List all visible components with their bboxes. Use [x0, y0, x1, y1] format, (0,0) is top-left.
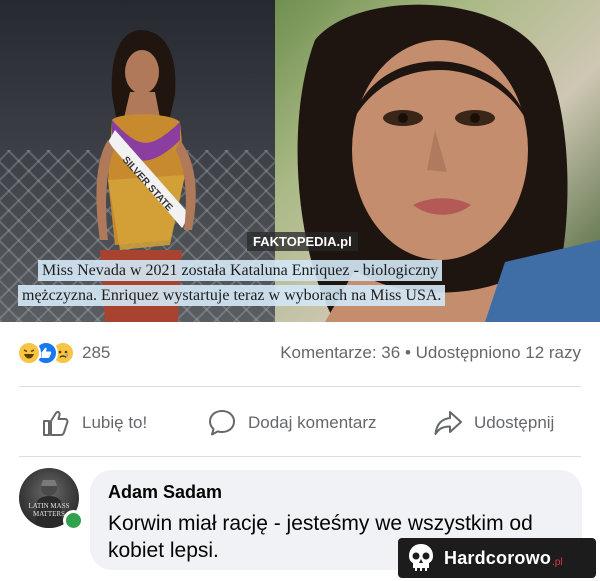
comments-shares-count[interactable]: Komentarze: 36 • Udostępniono 12 razy — [280, 343, 581, 363]
comment-author[interactable]: Adam Sadam — [108, 482, 222, 503]
post-actions: Lubię to! Dodaj komentarz Udostępnij — [0, 398, 600, 448]
haha-icon — [17, 341, 41, 365]
skull-icon — [409, 544, 433, 571]
watermark: FAKTOPEDIA.pl — [247, 232, 358, 251]
like-button[interactable]: Lubię to! — [40, 406, 147, 440]
comment-button[interactable]: Dodaj komentarz — [206, 406, 377, 440]
caption-line-1: Miss Nevada w 2021 została Kataluna Enri… — [38, 260, 443, 281]
divider — [19, 386, 581, 387]
like-label: Lubię to! — [82, 413, 148, 432]
brand-tld: .pl — [552, 556, 563, 568]
post-stats: 285 Komentarze: 36 • Udostępniono 12 raz… — [0, 340, 600, 368]
caption-line-2: mężczyzna. Enriquez wystartuje teraz w w… — [18, 285, 446, 306]
post-image[interactable]: SILVER STATE FAKTOPEDIA.pl Miss Nevada w… — [0, 0, 600, 322]
brand-name: Hardcorowo — [444, 547, 552, 568]
image-caption: Miss Nevada w 2021 została Kataluna Enri… — [18, 258, 578, 308]
reaction-count: 285 — [82, 343, 111, 362]
online-status-dot — [63, 510, 84, 531]
share-button[interactable]: Udostępnij — [432, 406, 554, 440]
thumbs-up-icon — [43, 410, 69, 436]
share-arrow-icon — [434, 411, 462, 435]
site-watermark: Hardcorowo .pl — [398, 538, 596, 578]
share-label: Udostępnij — [474, 413, 555, 432]
divider — [19, 456, 581, 457]
comment-icon — [209, 410, 235, 436]
reactions-summary[interactable]: 285 — [17, 340, 110, 366]
comment-label: Dodaj komentarz — [248, 413, 377, 432]
